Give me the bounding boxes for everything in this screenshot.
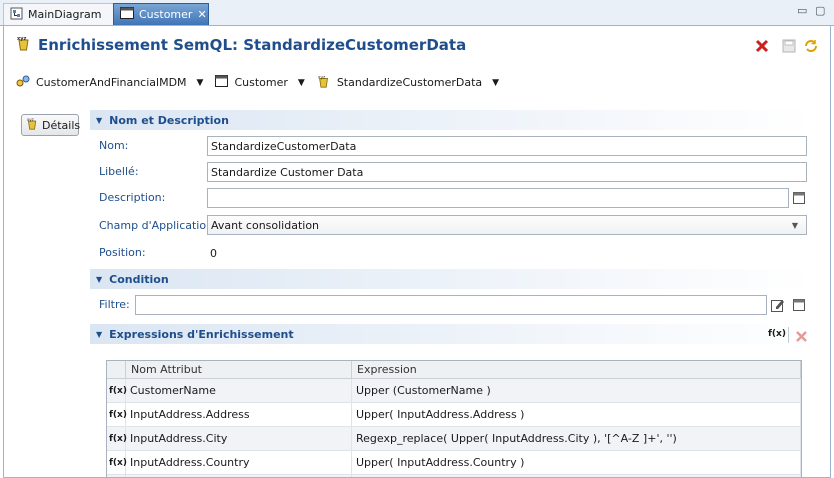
table-row[interactable]: f(x) InputAddress.Country Upper( InputAd… bbox=[107, 451, 801, 475]
breadcrumb-enricher[interactable]: StandardizeCustomerData bbox=[337, 76, 482, 89]
maximize-icon[interactable]: ▢ bbox=[815, 4, 825, 17]
function-icon: f(x) bbox=[107, 451, 127, 474]
attribute-cell[interactable]: InputAddress.Country bbox=[126, 451, 352, 474]
expression-cell[interactable]: Regexp_replace( Upper( InputAddress.City… bbox=[352, 427, 801, 450]
dropdown-arrow-icon[interactable]: ▼ bbox=[492, 78, 499, 88]
tab-label: Customer bbox=[139, 8, 193, 21]
svg-text:xyz: xyz bbox=[17, 36, 26, 42]
section-title: Expressions d'Enrichissement bbox=[109, 327, 294, 341]
breadcrumb: CustomerAndFinancialMDM ▼ Customer ▼ xyz… bbox=[16, 74, 505, 91]
name-label: Nom: bbox=[99, 139, 129, 152]
chevron-down-icon[interactable]: ▼ bbox=[787, 217, 803, 233]
editor-title: xyz Enrichissement SemQL: StandardizeCus… bbox=[16, 35, 466, 55]
expression-cell[interactable]: Upper( InputAddress.Country ) bbox=[352, 451, 801, 474]
attribute-cell[interactable]: CustomerName bbox=[126, 379, 352, 402]
label-field[interactable]: Standardize Customer Data bbox=[207, 162, 807, 182]
entity-icon bbox=[215, 75, 229, 90]
page-title: Enrichissement SemQL: StandardizeCustome… bbox=[38, 36, 467, 54]
position-label: Position: bbox=[99, 246, 146, 259]
section-title: Condition bbox=[109, 272, 169, 286]
enricher-icon: xyz bbox=[16, 35, 32, 55]
refresh-icon[interactable] bbox=[803, 38, 819, 54]
dropdown-arrow-icon[interactable]: ▼ bbox=[298, 78, 305, 88]
name-field[interactable]: StandardizeCustomerData bbox=[207, 136, 807, 156]
table-header: Nom Attribut Expression bbox=[107, 361, 801, 379]
table-row[interactable]: f(x) InputAddress.Address Upper( InputAd… bbox=[107, 403, 801, 427]
minimize-icon[interactable]: ▭ bbox=[797, 4, 807, 17]
details-label: Détails bbox=[42, 118, 81, 132]
scope-label: Champ d'Application: bbox=[99, 219, 217, 232]
breadcrumb-model[interactable]: CustomerAndFinancialMDM bbox=[36, 76, 187, 89]
edit-expression-icon[interactable] bbox=[771, 298, 785, 312]
collapse-icon[interactable]: ▼ bbox=[96, 275, 102, 284]
header-icon-column bbox=[107, 361, 126, 378]
svg-text:xyz: xyz bbox=[318, 75, 326, 80]
save-icon[interactable] bbox=[781, 38, 797, 54]
function-icon: f(x) bbox=[107, 379, 127, 402]
attribute-cell[interactable]: InputAddress.Address bbox=[126, 403, 352, 426]
table-row[interactable]: f(x) InputAddress.City Regexp_replace( U… bbox=[107, 427, 801, 451]
diagram-icon bbox=[10, 7, 23, 23]
svg-text:xyz: xyz bbox=[27, 117, 34, 122]
expressions-table: Nom Attribut Expression f(x) CustomerNam… bbox=[106, 360, 802, 478]
position-value: 0 bbox=[210, 247, 217, 260]
delete-expression-icon[interactable] bbox=[795, 330, 808, 343]
filter-field[interactable] bbox=[135, 295, 767, 315]
function-icon: f(x) bbox=[107, 403, 127, 426]
expand-editor-icon[interactable] bbox=[793, 192, 805, 204]
scope-value: Avant consolidation bbox=[211, 218, 320, 232]
label-label: Libellé: bbox=[99, 165, 139, 178]
collapse-icon[interactable]: ▼ bbox=[96, 330, 102, 339]
name-value: StandardizeCustomerData bbox=[211, 139, 357, 153]
expand-editor-icon[interactable] bbox=[793, 299, 805, 311]
attribute-cell[interactable]: InputAddress.City bbox=[126, 427, 352, 450]
dropdown-arrow-icon[interactable]: ▼ bbox=[197, 78, 204, 88]
table-row[interactable]: f(x) CustomerName Upper (CustomerName ) bbox=[107, 379, 801, 403]
header-attribute[interactable]: Nom Attribut bbox=[126, 361, 352, 378]
breadcrumb-entity[interactable]: Customer bbox=[234, 76, 287, 89]
description-field[interactable] bbox=[207, 188, 789, 208]
close-icon[interactable]: ✕ bbox=[197, 8, 206, 21]
model-icon bbox=[16, 74, 30, 91]
expression-cell[interactable]: Upper( InputAddress.Address ) bbox=[352, 403, 801, 426]
enricher-icon: xyz bbox=[26, 117, 39, 133]
enricher-icon: xyz bbox=[317, 74, 331, 91]
collapse-icon[interactable]: ▼ bbox=[96, 116, 102, 125]
tab-maindiagram[interactable]: MainDiagram bbox=[3, 3, 114, 25]
tab-label: MainDiagram bbox=[28, 8, 102, 21]
header-expression[interactable]: Expression bbox=[352, 361, 801, 378]
section-name-description[interactable]: ▼ Nom et Description bbox=[90, 110, 816, 130]
section-title: Nom et Description bbox=[109, 113, 229, 127]
details-button[interactable]: xyz Détails bbox=[21, 114, 81, 136]
label-value: Standardize Customer Data bbox=[211, 165, 364, 179]
filter-label: Filtre: bbox=[99, 298, 130, 311]
section-expressions[interactable]: ▼ Expressions d'Enrichissement bbox=[90, 324, 816, 344]
entity-icon bbox=[120, 7, 134, 22]
toolbar-divider bbox=[788, 327, 789, 343]
scope-select[interactable]: Avant consolidation ▼ bbox=[207, 215, 807, 235]
section-condition[interactable]: ▼ Condition bbox=[90, 269, 816, 289]
description-label: Description: bbox=[99, 191, 166, 204]
expression-cell[interactable]: Upper (CustomerName ) bbox=[352, 379, 801, 402]
add-expression-icon[interactable]: f(x) bbox=[768, 329, 786, 339]
function-icon: f(x) bbox=[107, 427, 127, 450]
delete-icon[interactable] bbox=[754, 38, 770, 54]
tab-customer[interactable]: Customer ✕ bbox=[113, 3, 209, 25]
